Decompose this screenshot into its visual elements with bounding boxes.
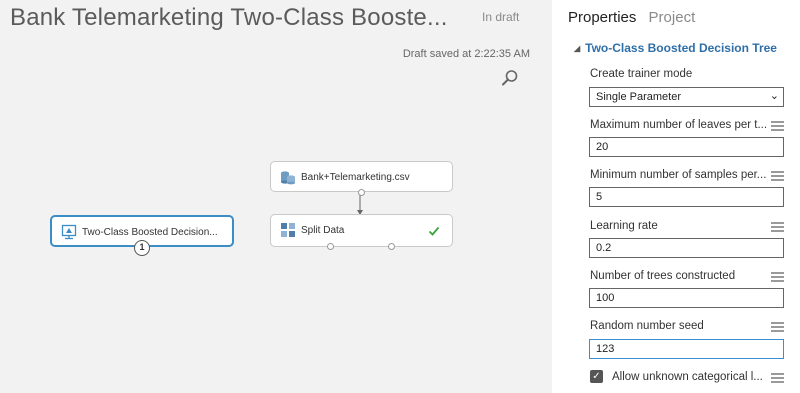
section-title: Two-Class Boosted Decision Tree xyxy=(585,41,777,55)
create-trainer-mode-select[interactable]: Single Parameter ⌄ xyxy=(589,87,784,107)
num-trees-menu-icon[interactable] xyxy=(771,272,784,282)
boosted-module-label: Two-Class Boosted Decision... xyxy=(82,227,218,238)
tab-project[interactable]: Project xyxy=(649,9,696,26)
panel-tabs: Properties Project xyxy=(568,9,703,26)
learning-rate-label: Learning rate xyxy=(590,220,658,232)
allow-unknown-label: Allow unknown categorical l... xyxy=(612,371,763,383)
dataset-module[interactable]: Bank+Telemarketing.csv xyxy=(270,161,453,196)
boosted-decision-tree-module[interactable]: Two-Class Boosted Decision... 1 xyxy=(50,215,234,256)
learning-rate-input[interactable]: 0.2 xyxy=(589,238,784,258)
create-trainer-mode-value: Single Parameter xyxy=(596,91,681,103)
num-trees-label: Number of trees constructed xyxy=(590,270,736,282)
split-data-module[interactable]: Split Data xyxy=(270,214,453,250)
max-leaves-menu-icon[interactable] xyxy=(771,121,784,131)
max-leaves-input[interactable]: 20 xyxy=(589,137,784,157)
split-output-port-1[interactable] xyxy=(327,243,334,250)
checkmark-icon xyxy=(428,226,440,236)
random-seed-menu-icon[interactable] xyxy=(771,322,784,332)
min-samples-input[interactable]: 5 xyxy=(589,187,784,207)
dataset-icon xyxy=(281,171,295,185)
random-seed-label: Random number seed xyxy=(590,320,704,332)
min-samples-label: Minimum number of samples per... xyxy=(590,169,767,181)
num-trees-input[interactable]: 100 xyxy=(589,288,784,308)
collapse-caret-icon: ◢ xyxy=(574,44,581,53)
create-trainer-mode-label: Create trainer mode xyxy=(590,68,693,80)
min-samples-menu-icon[interactable] xyxy=(771,171,784,181)
tab-properties[interactable]: Properties xyxy=(568,9,636,26)
output-port-badge[interactable]: 1 xyxy=(134,240,150,256)
learning-rate-menu-icon[interactable] xyxy=(771,222,784,232)
random-seed-input[interactable]: 123 xyxy=(589,339,784,359)
allow-unknown-menu-icon[interactable] xyxy=(771,373,784,383)
properties-panel: Properties Project ◢ Two-Class Boosted De… xyxy=(552,0,800,393)
chevron-down-icon: ⌄ xyxy=(769,90,779,102)
module-connector xyxy=(357,193,363,215)
split-data-module-label: Split Data xyxy=(301,225,345,236)
section-header-boosted-tree[interactable]: ◢ Two-Class Boosted Decision Tree xyxy=(574,41,777,55)
model-icon xyxy=(61,224,77,240)
max-leaves-label: Maximum number of leaves per t... xyxy=(590,119,768,131)
split-output-port-2[interactable] xyxy=(388,243,395,250)
split-data-icon xyxy=(281,223,295,237)
dataset-module-label: Bank+Telemarketing.csv xyxy=(301,172,410,183)
dataset-output-port[interactable] xyxy=(358,189,365,196)
allow-unknown-checkbox[interactable]: ✓ xyxy=(590,370,603,383)
experiment-canvas[interactable]: Bank Telemarketing Two-Class Booste... I… xyxy=(0,0,552,393)
